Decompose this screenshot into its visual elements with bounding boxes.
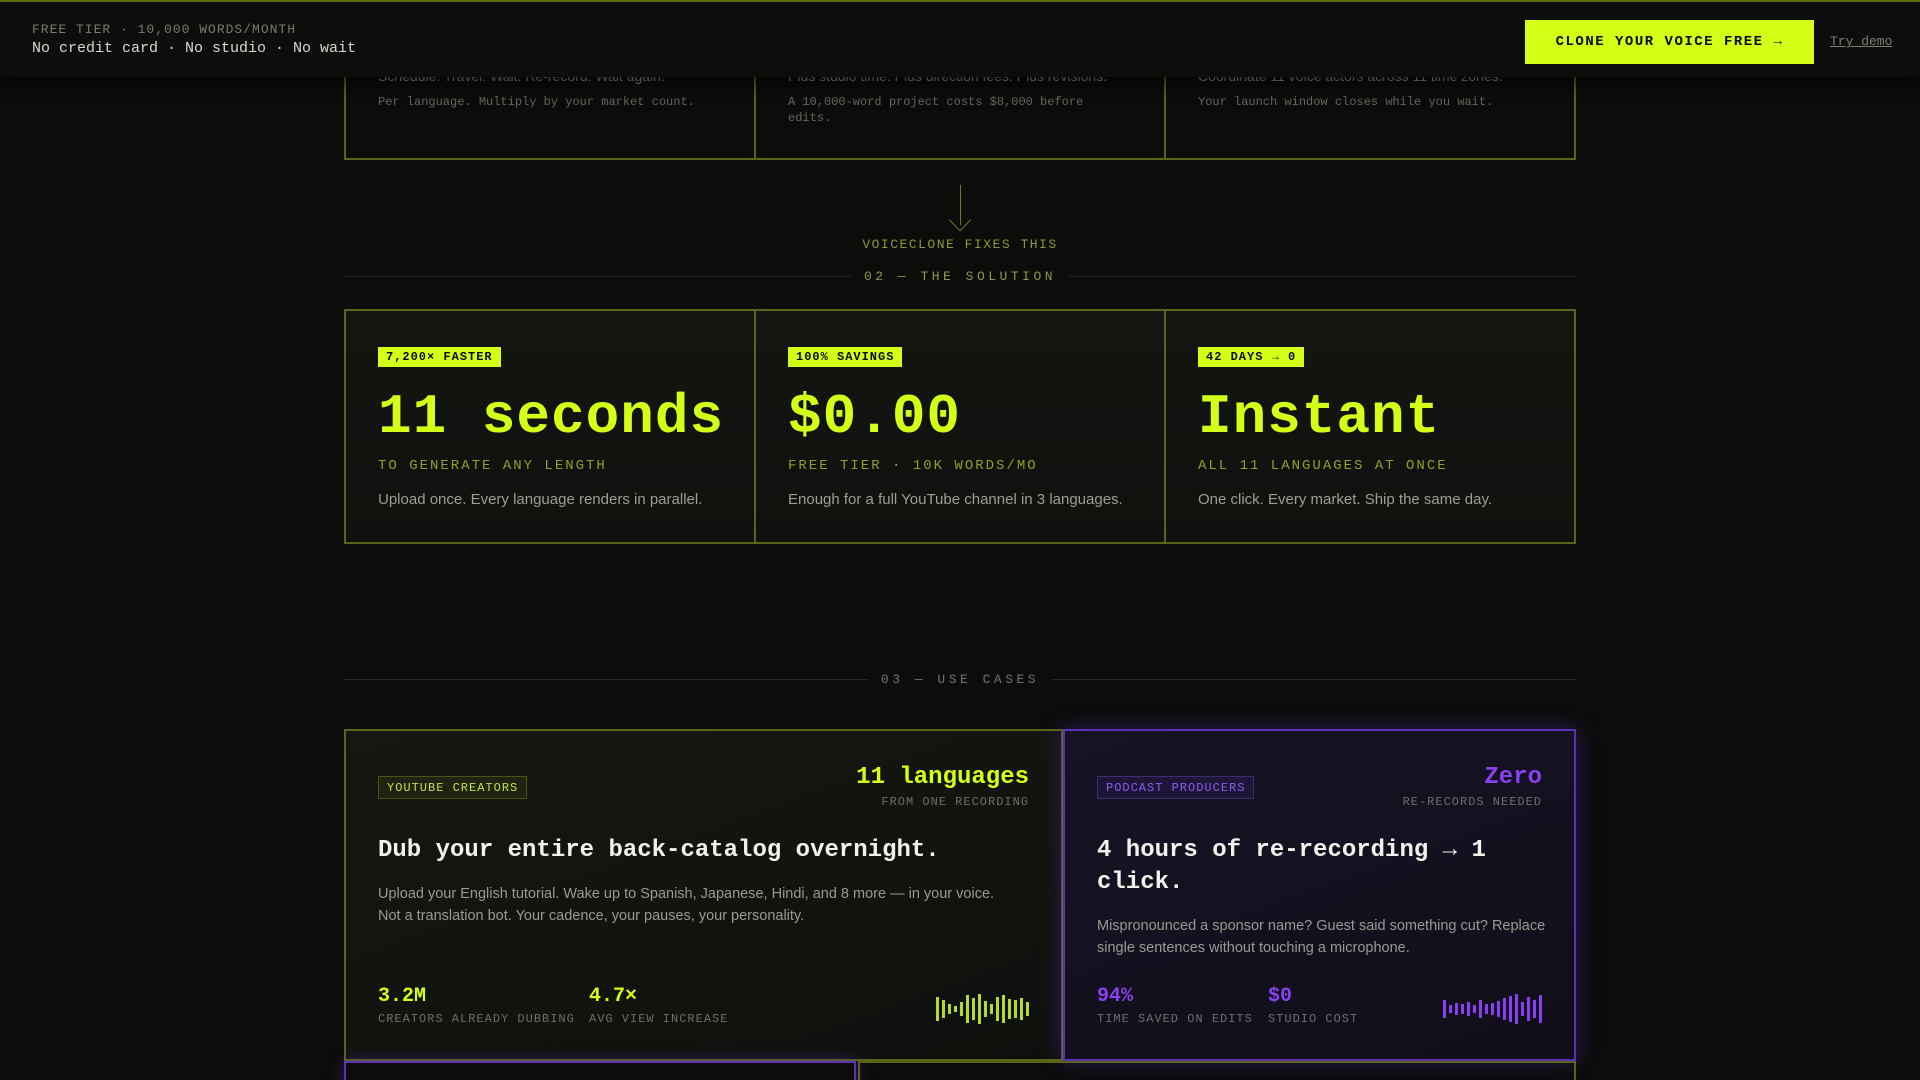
usecase-title: 4 hours of re-recording → 1 click. <box>1097 837 1486 896</box>
divider <box>1070 275 1576 277</box>
waveform-icon <box>1443 993 1542 1025</box>
solution-badge: 7,200× FASTER <box>378 347 501 367</box>
waveform-bar <box>1497 1001 1500 1017</box>
waveform-bar <box>978 994 981 1024</box>
waveform-bar <box>1527 997 1530 1021</box>
waveform-bar <box>1509 996 1512 1022</box>
waveform-bar <box>1503 998 1506 1020</box>
waveform-bar <box>1491 1003 1494 1015</box>
clone-voice-button[interactable]: CLONE YOUR VOICE FREE → <box>1525 20 1814 64</box>
waveform-bar <box>1020 998 1023 1020</box>
waveform-bar <box>942 1000 945 1018</box>
solution-description: Enough for a full YouTube channel in 3 l… <box>788 491 1123 508</box>
headline-stat-value: 11 languages <box>856 764 1029 791</box>
tier-note: FREE TIER · 10,000 WORDS/MONTH <box>32 22 297 37</box>
top-bar: FREE TIER · 10,000 WORDS/MONTH No credit… <box>0 0 1920 77</box>
fixes-label: VOICECLONE FIXES THIS <box>862 237 1058 252</box>
usecase-stat: $0 STUDIO COST <box>1268 985 1358 1026</box>
solution-card: 42 DAYS → 0 Instant ALL 11 LANGUAGES AT … <box>1166 311 1574 542</box>
waveform-bar <box>1533 1000 1536 1018</box>
waveform-bar <box>1473 1005 1476 1013</box>
tagline: No credit card · No studio · No wait <box>32 40 357 57</box>
stat-label: AVG VIEW INCREASE <box>589 1012 729 1026</box>
headline-stat-label: FROM ONE RECORDING <box>881 795 1029 809</box>
waveform-bar <box>1008 999 1011 1019</box>
waveform-icon <box>936 993 1029 1025</box>
solution-subtitle: ALL 11 LANGUAGES AT ONCE <box>1198 458 1448 474</box>
solution-description: One click. Every market. Ship the same d… <box>1198 491 1493 508</box>
solution-value: Instant <box>1198 385 1441 449</box>
solution-section-header: 02 — THE SOLUTION <box>344 268 1576 284</box>
solution-card: 100% SAVINGS $0.00 FREE TIER · 10K WORDS… <box>756 311 1166 542</box>
solution-description: Upload once. Every language renders in p… <box>378 491 703 508</box>
waveform-bar <box>1014 1000 1017 1018</box>
waveform-bar <box>1467 1002 1470 1016</box>
waveform-bar <box>1485 1004 1488 1014</box>
waveform-bar <box>1521 1002 1524 1016</box>
stat-value: 4.7× <box>589 985 638 1008</box>
headline-stat-value: Zero <box>1484 764 1542 791</box>
usecase-card-youtube[interactable]: YOUTUBE CREATORS 11 languages FROM ONE R… <box>344 729 1063 1061</box>
usecase-card-podcast[interactable]: PODCAST PRODUCERS Zero RE-RECORDS NEEDED… <box>1063 729 1576 1061</box>
waveform-bar <box>960 1002 963 1016</box>
usecases-section-header: 03 — USE CASES <box>344 671 1576 687</box>
solution-subtitle: FREE TIER · 10K WORDS/MO <box>788 458 1038 474</box>
waveform-bar <box>1479 1000 1482 1018</box>
section-label: 03 — USE CASES <box>880 671 1040 687</box>
usecase-card-partial[interactable] <box>344 1061 856 1080</box>
usecase-stat: 4.7× AVG VIEW INCREASE <box>589 985 728 1026</box>
divider <box>344 678 867 680</box>
usecase-tag: YOUTUBE CREATORS <box>378 776 528 799</box>
waveform-bar <box>954 1006 957 1012</box>
waveform-bar <box>936 997 939 1021</box>
waveform-bar <box>1449 1005 1452 1013</box>
usecase-description: Mispronounced a sponsor name? Guest said… <box>1097 918 1546 956</box>
usecase-description: Upload your English tutorial. Wake up to… <box>378 886 995 924</box>
try-demo-link[interactable]: Try demo <box>1830 34 1892 49</box>
usecase-headline-stat: Zero RE-RECORDS NEEDED <box>1403 764 1542 809</box>
usecase-card-partial[interactable] <box>858 1061 1576 1080</box>
problem-note: Per language. Multiply by your market co… <box>378 95 695 109</box>
solution-badge: 100% SAVINGS <box>788 347 903 367</box>
stat-label: TIME SAVED ON EDITS <box>1097 1012 1253 1026</box>
usecase-headline-stat: 11 languages FROM ONE RECORDING <box>856 764 1029 809</box>
solution-card: 7,200× FASTER 11 seconds TO GENERATE ANY… <box>346 311 756 542</box>
usecase-tag: PODCAST PRODUCERS <box>1097 776 1255 799</box>
problem-note: Your launch window closes while you wait… <box>1198 95 1494 109</box>
waveform-bar <box>996 997 999 1021</box>
usecase-title: Dub your entire back-catalog overnight. <box>378 837 940 864</box>
waveform-bar <box>966 995 969 1023</box>
section-label: 02 — THE SOLUTION <box>863 268 1057 284</box>
divider <box>344 275 850 277</box>
waveform-bar <box>984 1001 987 1017</box>
arrow-head-icon <box>948 208 972 232</box>
solution-subtitle: TO GENERATE ANY LENGTH <box>378 458 607 474</box>
stat-value: $0 <box>1268 985 1293 1008</box>
solution-badge: 42 DAYS → 0 <box>1198 347 1305 367</box>
stat-value: 94% <box>1097 985 1134 1008</box>
waveform-bar <box>1539 995 1542 1023</box>
waveform-bar <box>1455 1003 1458 1015</box>
stat-label: CREATORS ALREADY DUBBING <box>378 1012 575 1026</box>
solution-value: 11 seconds <box>378 385 725 449</box>
solution-cards: 7,200× FASTER 11 seconds TO GENERATE ANY… <box>344 309 1576 544</box>
waveform-bar <box>1461 1004 1464 1014</box>
divider <box>1053 678 1576 680</box>
stat-label: STUDIO COST <box>1268 1012 1359 1026</box>
stat-value: 3.2M <box>378 985 427 1008</box>
problem-note: A 10,000-word project costs $8,000 befor… <box>788 95 1084 125</box>
usecase-stat: 94% TIME SAVED ON EDITS <box>1097 985 1253 1026</box>
waveform-bar <box>972 998 975 1020</box>
waveform-bar <box>1002 995 1005 1023</box>
waveform-bar <box>1443 1000 1446 1018</box>
waveform-bar <box>948 1004 951 1014</box>
usecase-stat: 3.2M CREATORS ALREADY DUBBING <box>378 985 575 1026</box>
waveform-bar <box>1026 1002 1029 1016</box>
solution-value: $0.00 <box>788 385 962 449</box>
waveform-bar <box>1515 994 1518 1024</box>
headline-stat-label: RE-RECORDS NEEDED <box>1402 795 1542 809</box>
waveform-bar <box>990 1004 993 1014</box>
